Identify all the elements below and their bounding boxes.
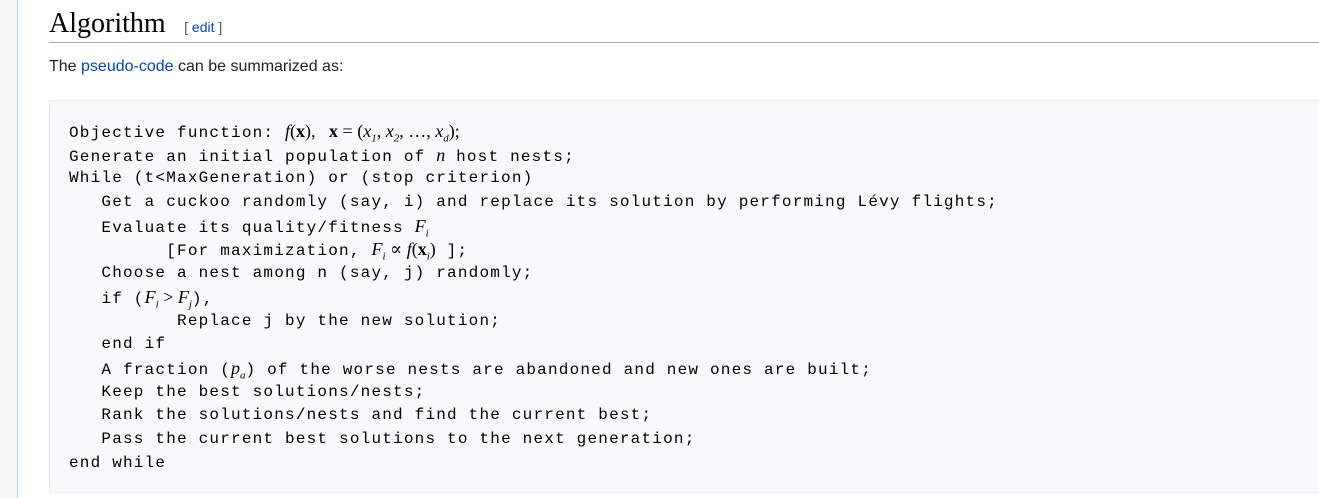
math-operator: > (158, 286, 178, 307)
intro-paragraph: The pseudo-code can be summarized as: (49, 56, 343, 78)
code-text: Keep the best solutions/nests; (101, 382, 426, 401)
math-symbol: pa (231, 357, 246, 382)
code-line: end while (69, 452, 998, 476)
math-symbol: xd (435, 121, 449, 145)
code-text: ]; (435, 242, 469, 261)
math-vector: x (296, 121, 306, 141)
math-symbol: Fi (144, 286, 159, 311)
section-title: Algorithm (49, 8, 166, 39)
math-vector: xi (417, 239, 430, 264)
pseudo-code-link[interactable]: pseudo-code (81, 58, 174, 75)
code-text: A fraction ( (101, 360, 232, 379)
code-text: Replace j by the new solution; (177, 311, 502, 330)
code-text: Pass the current best solutions to the n… (101, 429, 696, 448)
code-text: end if (101, 335, 167, 354)
math-symbol: Fi (414, 215, 429, 240)
edit-section: [ edit ] (184, 19, 222, 35)
code-text: ), (191, 289, 214, 308)
pseudo-code-block: Objective function: f(x), x = (x1, x2, …… (49, 100, 1319, 493)
code-line: Generate an initial population of n host… (69, 144, 998, 168)
math-operator: , (376, 121, 386, 141)
code-line: Objective function: f(x), x = (x1, x2, …… (69, 120, 998, 145)
code-line: While (t<MaxGeneration) or (stop criteri… (69, 167, 998, 191)
intro-text: The (49, 58, 82, 75)
bracket-close: ] (214, 19, 223, 35)
code-text: Get a cuckoo randomly (say, i) and repla… (101, 193, 998, 212)
math-operator: ), (305, 121, 330, 141)
code-text: Objective function: (69, 124, 286, 142)
math-symbol: x1 (363, 121, 377, 145)
code-line: Choose a nest among n (say, j) randomly; (69, 262, 998, 286)
code-text: [For maximization, (166, 242, 372, 261)
code-text: Evaluate its quality/fitness (101, 218, 415, 237)
code-line: if (Fi > Fj), (69, 286, 998, 311)
code-line: end if (69, 333, 998, 357)
edit-link[interactable]: edit (192, 19, 215, 35)
code-line: Keep the best solutions/nests; (69, 381, 998, 405)
math-operator: ); (448, 121, 460, 141)
left-sidebar-rail (0, 0, 18, 498)
code-line: Get a cuckoo randomly (say, i) and repla… (69, 191, 998, 215)
code-text: While (t<MaxGeneration) or (stop criteri… (69, 169, 534, 188)
section-heading: Algorithm [ edit ] (49, 4, 1319, 43)
math-symbol: x2 (385, 121, 400, 145)
code-text: if ( (101, 289, 145, 308)
math-operator: ∝ (385, 239, 407, 260)
math-operator: = ( (338, 121, 364, 141)
math-symbol: n (436, 144, 446, 165)
code-text: ) of the worse nests are abandoned and n… (245, 360, 873, 379)
math-operator: ( (411, 239, 418, 260)
intro-text: can be summarized as: (173, 58, 344, 75)
math-symbol: Fi (371, 239, 386, 264)
code-line: A fraction (pa) of the worse nests are a… (69, 357, 998, 382)
code-line: Evaluate its quality/fitness Fi (69, 215, 998, 240)
bracket-open: [ (184, 19, 192, 35)
math-vector: x (329, 121, 339, 141)
pseudo-code: Objective function: f(x), x = (x1, x2, …… (69, 120, 998, 475)
code-line: [For maximization, Fi ∝ f(xi) ]; (69, 238, 998, 264)
code-line: Replace j by the new solution; (69, 310, 998, 334)
math-symbol: Fj (177, 286, 192, 311)
code-text: host nests; (445, 147, 575, 166)
code-text: end while (69, 453, 167, 472)
code-text: Choose a nest among n (say, j) randomly; (101, 264, 534, 283)
code-text: Rank the solutions/nests and find the cu… (101, 406, 653, 425)
code-line: Pass the current best solutions to the n… (69, 428, 998, 452)
code-line: Rank the solutions/nests and find the cu… (69, 404, 998, 428)
code-text: Generate an initial population of (69, 147, 437, 166)
math-operator: , …, (399, 121, 436, 141)
